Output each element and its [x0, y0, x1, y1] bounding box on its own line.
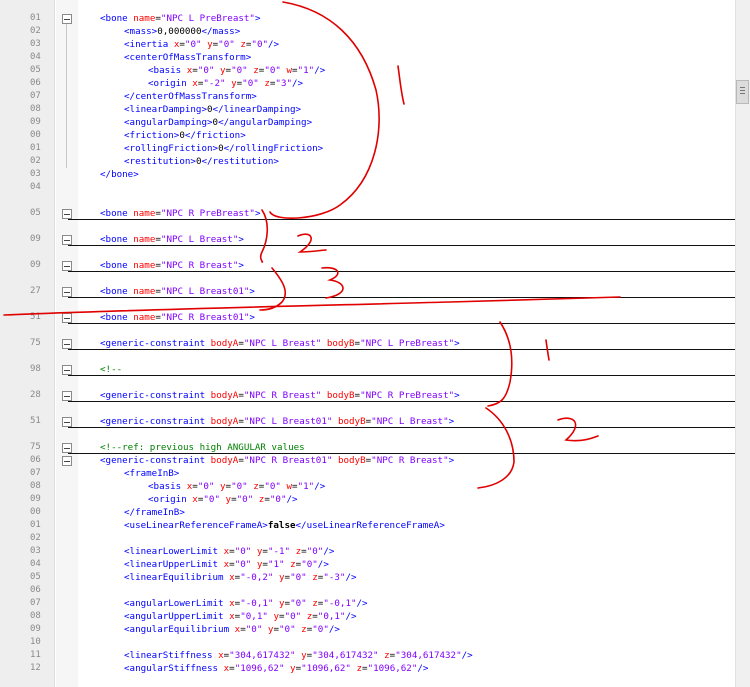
annotation-bracket-3 [259, 267, 287, 311]
annotation-number-1 [397, 65, 405, 105]
annotation-number-3 [321, 266, 344, 299]
vertical-scrollbar[interactable] [735, 0, 750, 687]
annotation-number-5 [557, 417, 599, 442]
scrollbar-thumb[interactable] [736, 80, 749, 104]
annotation-bracket-5 [477, 407, 515, 489]
annotation-number-2 [297, 233, 327, 253]
annotation-divider-line [3, 296, 621, 316]
annotation-bracket-1 [269, 1, 380, 219]
annotation-bracket-4 [487, 321, 513, 407]
annotation-bracket-2 [259, 209, 269, 263]
red-pen-annotations [3, 1, 621, 489]
annotation-number-4 [545, 339, 550, 361]
code-editor[interactable]: 01 <bone name="NPC L PreBreast"> 02 <mass>0… [0, 0, 750, 687]
